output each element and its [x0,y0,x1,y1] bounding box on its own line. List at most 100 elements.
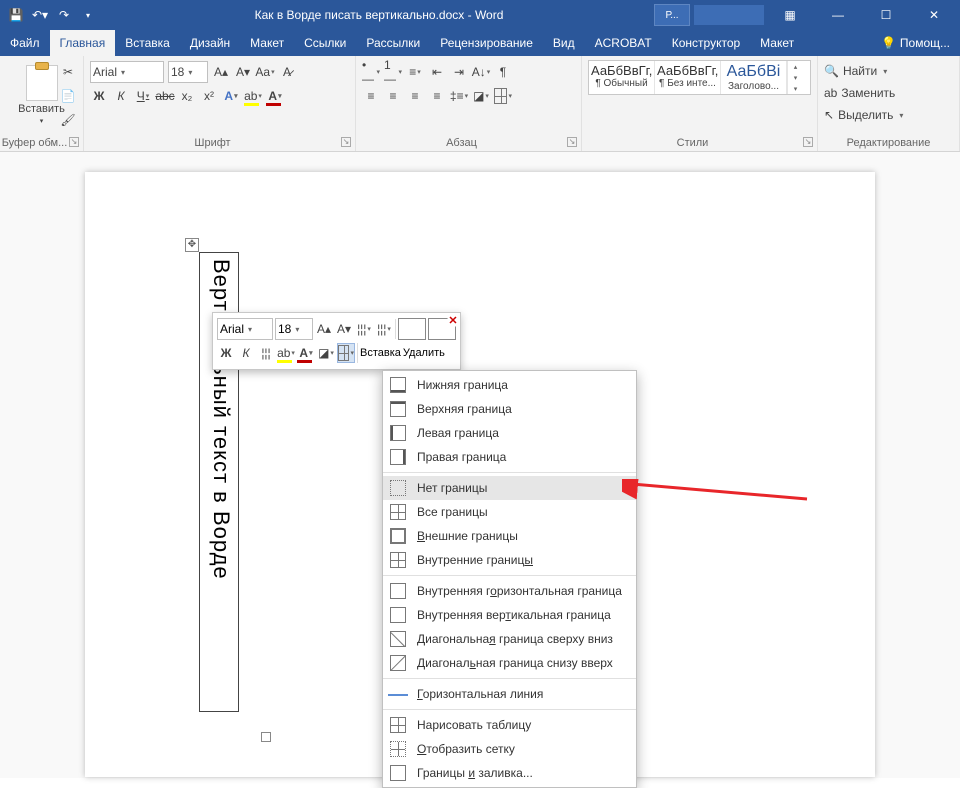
font-size-select[interactable]: 18▾ [168,61,208,83]
paragraph-dialog-launcher[interactable]: ↘ [567,137,577,147]
mini-bold[interactable]: Ж [217,343,235,363]
cut-icon[interactable]: ✂ [59,62,77,82]
highlight-icon[interactable]: ab [244,86,262,106]
minimize-icon[interactable]: — [816,0,860,30]
maximize-icon[interactable]: ☐ [864,0,908,30]
clipboard-dialog-launcher[interactable]: ↘ [69,137,79,147]
find-button[interactable]: 🔍Найти▾ [824,60,953,82]
save-icon[interactable]: 💾 [8,7,24,23]
subscript-button[interactable]: x₂ [178,86,196,106]
font-dialog-launcher[interactable]: ↘ [341,137,351,147]
style-heading1[interactable]: АаБбВіЗаголово... [721,61,787,94]
tab-review[interactable]: Рецензирование [430,30,543,56]
select-button[interactable]: ↖Выделить▾ [824,104,953,126]
numbering-icon[interactable]: 1— [384,62,402,82]
bullets-icon[interactable]: •— [362,62,380,82]
user-badge[interactable]: Р... [654,4,690,26]
vertical-text[interactable]: Вертикальный текст в Ворде [200,253,242,586]
menu-outer-borders[interactable]: Внешние границы [383,524,636,548]
strike-button[interactable]: abc [156,86,174,106]
font-color-icon[interactable]: A [266,86,284,106]
tab-view[interactable]: Вид [543,30,585,56]
indent-decrease-icon[interactable]: ⇤ [428,62,446,82]
menu-inner-h-border[interactable]: Внутренняя горизонтальная граница [383,579,636,603]
menu-top-border[interactable]: Верхняя граница [383,397,636,421]
mini-shading-icon[interactable]: ◪ [317,343,335,363]
tell-me[interactable]: 💡Помощ... [871,30,960,56]
mini-style2-icon[interactable]: ¦¦¦ [375,319,393,339]
mini-styles-icon[interactable]: ¦¦¦ [355,319,373,339]
menu-bottom-border[interactable]: Нижняя граница [383,373,636,397]
show-marks-icon[interactable]: ¶ [494,62,512,82]
text-effects-icon[interactable]: A [222,86,240,106]
change-case-icon[interactable]: Aa [256,62,274,82]
replace-button[interactable]: abЗаменить [824,82,953,104]
mini-insert-label[interactable]: Вставка [360,347,401,359]
close-icon[interactable]: ✕ [912,0,956,30]
menu-all-borders[interactable]: Все границы [383,500,636,524]
font-family-select[interactable]: Arial▾ [90,61,164,83]
sort-icon[interactable]: A↓ [472,62,490,82]
tab-file[interactable]: Файл [0,30,50,56]
paste-label[interactable]: Вставить [18,103,65,115]
tab-layout[interactable]: Макет [240,30,294,56]
style-gallery-more[interactable]: ▴▾▾ [787,61,803,94]
borders-icon[interactable] [494,86,512,106]
menu-no-border[interactable]: Нет границы [383,476,636,500]
align-center-icon[interactable]: ≡ [384,86,402,106]
mini-fontcolor-icon[interactable]: A [297,343,315,363]
mini-delete-button[interactable] [428,318,456,340]
menu-draw-table[interactable]: Нарисовать таблицу [383,713,636,737]
mini-grow-icon[interactable]: A▴ [315,319,333,339]
tab-design[interactable]: Дизайн [180,30,240,56]
underline-button[interactable]: Ч [134,86,152,106]
copy-icon[interactable]: 📄 [59,86,77,106]
tab-table-layout[interactable]: Макет [750,30,804,56]
mini-highlight-icon[interactable]: ab [277,343,295,363]
table-resize-handle[interactable] [261,732,271,742]
tab-references[interactable]: Ссылки [294,30,356,56]
format-painter-icon[interactable]: 🖌 [59,110,77,130]
menu-view-gridlines[interactable]: Отобразить сетку [383,737,636,761]
superscript-button[interactable]: x² [200,86,218,106]
table-move-handle[interactable]: ✥ [185,238,199,252]
mini-align-icon[interactable]: ¦¦¦ [257,343,275,363]
mini-insert-button[interactable] [398,318,426,340]
bold-button[interactable]: Ж [90,86,108,106]
tab-insert[interactable]: Вставка [115,30,180,56]
italic-button[interactable]: К [112,86,130,106]
shading-icon[interactable]: ◪ [472,86,490,106]
style-gallery[interactable]: АаБбВвГг,¶ Обычный АаБбВвГг,¶ Без инте..… [588,60,811,95]
mini-size-select[interactable]: 18▾ [275,318,313,340]
redo-icon[interactable]: ↷ [56,7,72,23]
mini-borders-button[interactable] [337,343,355,363]
grow-font-icon[interactable]: A▴ [212,62,230,82]
shrink-font-icon[interactable]: A▾ [234,62,252,82]
menu-diag-up[interactable]: Диагональная граница снизу вверх [383,651,636,675]
menu-inner-borders[interactable]: Внутренние границы [383,548,636,572]
mini-shrink-icon[interactable]: A▾ [335,319,353,339]
justify-icon[interactable]: ≡ [428,86,446,106]
mini-italic[interactable]: К [237,343,255,363]
indent-increase-icon[interactable]: ⇥ [450,62,468,82]
styles-dialog-launcher[interactable]: ↘ [803,137,813,147]
undo-icon[interactable]: ↶▾ [32,7,48,23]
tab-table-design[interactable]: Конструктор [662,30,750,56]
multilevel-icon[interactable]: ≡ [406,62,424,82]
clear-format-icon[interactable]: A̷ [278,62,296,82]
line-spacing-icon[interactable]: ‡≡ [450,86,468,106]
menu-left-border[interactable]: Левая граница [383,421,636,445]
align-left-icon[interactable]: ≡ [362,86,380,106]
menu-diag-down[interactable]: Диагональная граница сверху вниз [383,627,636,651]
paste-icon[interactable] [26,65,58,101]
style-nospacing[interactable]: АаБбВвГг,¶ Без инте... [655,61,721,94]
tab-mailings[interactable]: Рассылки [356,30,430,56]
style-normal[interactable]: АаБбВвГг,¶ Обычный [589,61,655,94]
tab-acrobat[interactable]: ACROBAT [585,30,662,56]
menu-borders-dialog[interactable]: Границы и заливка... [383,761,636,785]
menu-right-border[interactable]: Правая граница [383,445,636,469]
mini-delete-label[interactable]: Удалить [403,347,445,359]
tab-home[interactable]: Главная [50,30,116,56]
mini-font-select[interactable]: Arial▾ [217,318,273,340]
ribbon-options-icon[interactable]: ▦ [768,0,812,30]
